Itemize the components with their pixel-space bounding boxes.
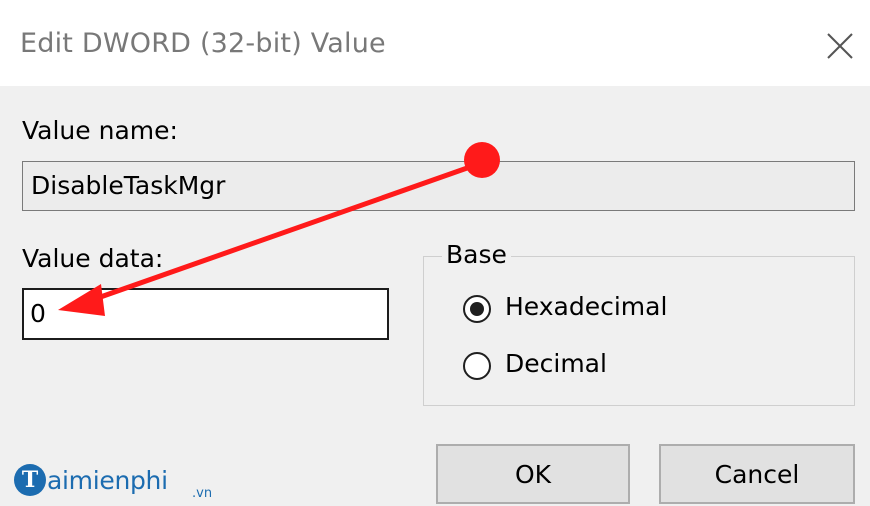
base-groupbox: [423, 256, 855, 406]
hexadecimal-radio[interactable]: [463, 295, 491, 323]
watermark-logo-icon: T: [14, 464, 46, 496]
ok-button[interactable]: OK: [436, 444, 630, 504]
value-data-input[interactable]: 0: [22, 288, 389, 340]
radio-selected-dot: [470, 302, 484, 316]
decimal-radio[interactable]: [463, 352, 491, 380]
dialog-title: Edit DWORD (32-bit) Value: [20, 28, 386, 59]
title-bar: Edit DWORD (32-bit) Value: [0, 0, 870, 86]
watermark-suffix: .vn: [192, 486, 213, 501]
watermark-logo: T aimienphi .vn: [14, 458, 212, 502]
hexadecimal-label[interactable]: Hexadecimal: [505, 292, 667, 321]
value-data-label: Value data:: [22, 244, 164, 273]
watermark-text: aimienphi: [47, 465, 168, 495]
close-icon[interactable]: [822, 28, 858, 64]
cancel-button[interactable]: Cancel: [659, 444, 855, 504]
decimal-label[interactable]: Decimal: [505, 349, 607, 378]
close-icon-glyph: [827, 33, 853, 59]
base-group-title: Base: [442, 240, 511, 269]
value-name-label: Value name:: [22, 116, 178, 145]
value-name-field[interactable]: DisableTaskMgr: [22, 161, 855, 211]
